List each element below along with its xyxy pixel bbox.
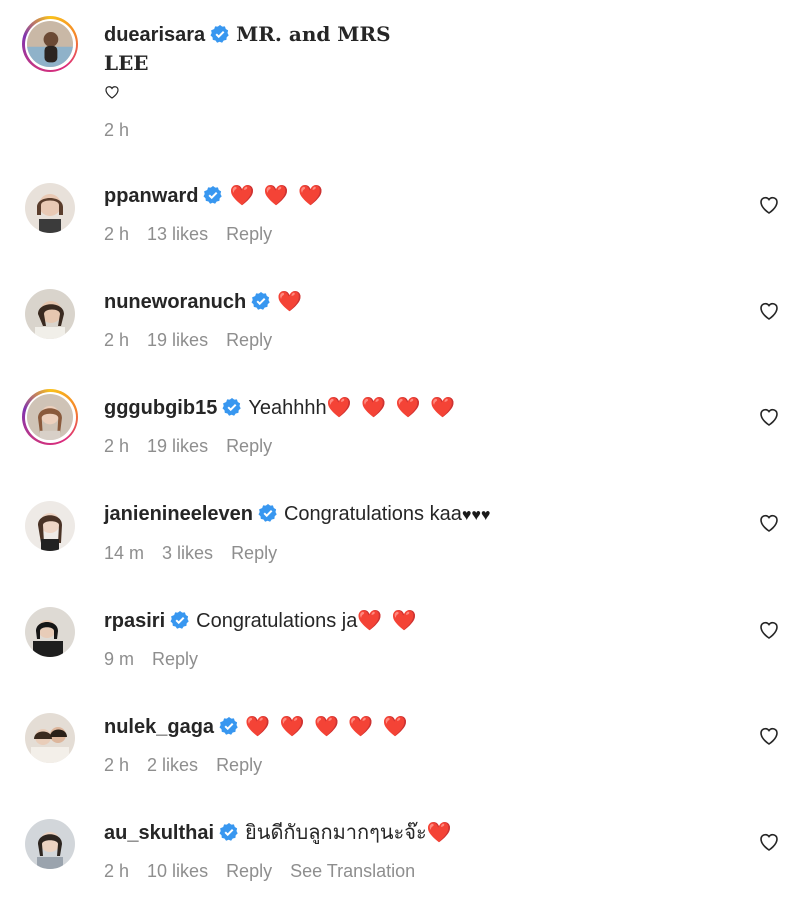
comment-time: 2 h (104, 330, 130, 350)
caption-meta: 2 h (104, 120, 129, 141)
see-translation-button[interactable]: See Translation (290, 861, 415, 882)
like-heart-icon[interactable] (758, 725, 780, 747)
like-heart-icon[interactable] (758, 619, 780, 641)
verified-badge-icon (258, 503, 278, 523)
comment-hearts: ♥♥♥ (461, 507, 491, 524)
avatar-nulek-gaga[interactable] (22, 710, 78, 766)
comment-username[interactable]: janienineeleven (104, 503, 253, 525)
comment-meta: 2 h 19 likes Reply (104, 436, 272, 457)
verified-badge-icon (210, 24, 230, 44)
verified-badge-icon (222, 397, 242, 417)
reply-button[interactable]: Reply (226, 224, 272, 245)
comment-text: Yeahhhh (248, 397, 327, 419)
verified-badge-icon (219, 716, 239, 736)
comment-likes[interactable]: 3 likes (162, 543, 213, 564)
caption-line: duearisara MR. and MRS (104, 21, 730, 48)
avatar-janienineeleven[interactable] (22, 498, 78, 554)
caption-text-line1: MR. and MRS (236, 22, 391, 46)
comment-meta: 14 m 3 likes Reply (104, 543, 277, 564)
avatar-rpasiri[interactable] (22, 604, 78, 660)
comment-line: nuneworanuch ❤️ (104, 289, 730, 315)
comment-time: 9 m (104, 649, 135, 669)
comment-username[interactable]: gggubgib15 (104, 397, 217, 419)
comment-meta: 9 m Reply (104, 649, 198, 670)
comment-likes[interactable]: 19 likes (147, 330, 208, 351)
like-heart-icon[interactable] (758, 300, 780, 322)
avatar-nuneworanuch[interactable] (22, 286, 78, 342)
comment-meta: 2 h 2 likes Reply (104, 755, 262, 776)
comment-text: Congratulations ja (196, 610, 358, 632)
caption-username[interactable]: duearisara (104, 24, 205, 46)
comment-hearts: ❤️ (277, 291, 305, 313)
comment-meta: 2 h 10 likes Reply See Translation (104, 861, 415, 882)
comment-username[interactable]: rpasiri (104, 610, 165, 632)
verified-badge-icon (219, 822, 239, 842)
comment-hearts: ❤️ ❤️ ❤️ ❤️ ❤️ (245, 716, 410, 738)
comment-meta: 2 h 19 likes Reply (104, 330, 272, 351)
comment-hearts: ❤️ ❤️ (357, 610, 419, 632)
comment-likes[interactable]: 13 likes (147, 224, 208, 245)
comment-username[interactable]: nulek_gaga (104, 716, 214, 738)
reply-button[interactable]: Reply (216, 755, 262, 776)
comment-hearts: ❤️ ❤️ ❤️ ❤️ (326, 397, 457, 419)
comment-line: rpasiri Congratulations ja❤️ ❤️ (104, 608, 730, 634)
like-heart-icon[interactable] (758, 406, 780, 428)
like-heart-icon[interactable] (758, 194, 780, 216)
comment-username[interactable]: ppanward (104, 185, 198, 207)
comment-likes[interactable]: 10 likes (147, 861, 208, 882)
comment-likes[interactable]: 2 likes (147, 755, 198, 776)
comment-likes[interactable]: 19 likes (147, 436, 208, 457)
comment-time: 2 h (104, 224, 130, 244)
comment-meta: 2 h 13 likes Reply (104, 224, 272, 245)
comment-time: 14 m (104, 543, 145, 563)
comment-username[interactable]: nuneworanuch (104, 291, 246, 313)
comment-text: ยินดีกับลูกมากๆนะจ๊ะ (245, 822, 427, 844)
comment-text: Congratulations kaa (283, 503, 462, 525)
reply-button[interactable]: Reply (152, 649, 198, 670)
like-heart-icon[interactable] (758, 831, 780, 853)
caption-text-line2: LEE (104, 51, 149, 75)
comment-line: au_skulthai ยินดีกับลูกมากๆนะจ๊ะ❤️ (104, 820, 730, 846)
comment-time: 2 h (104, 755, 130, 775)
avatar-au-skulthai[interactable] (22, 816, 78, 872)
reply-button[interactable]: Reply (231, 543, 277, 564)
caption-heart-icon (104, 84, 120, 100)
comment-line: ppanward ❤️ ❤️ ❤️ (104, 183, 730, 209)
comment-hearts: ❤️ ❤️ ❤️ (229, 185, 326, 207)
avatar-gggubgib15[interactable] (22, 389, 78, 445)
comment-time: 2 h (104, 436, 130, 456)
comment-line: janienineeleven Congratulations kaa♥♥♥ (104, 501, 730, 529)
comment-time: 2 h (104, 861, 130, 881)
verified-badge-icon (251, 291, 271, 311)
comment-line: nulek_gaga ❤️ ❤️ ❤️ ❤️ ❤️ (104, 714, 730, 740)
verified-badge-icon (203, 185, 223, 205)
avatar-duearisara[interactable] (22, 16, 78, 72)
comment-hearts: ❤️ (426, 822, 454, 844)
reply-button[interactable]: Reply (226, 330, 272, 351)
caption-time: 2 h (104, 120, 130, 140)
reply-button[interactable]: Reply (226, 436, 272, 457)
avatar-ppanward[interactable] (22, 180, 78, 236)
comment-line: gggubgib15 Yeahhhh❤️ ❤️ ❤️ ❤️ (104, 395, 730, 421)
comment-username[interactable]: au_skulthai (104, 822, 214, 844)
like-heart-icon[interactable] (758, 512, 780, 534)
verified-badge-icon (170, 610, 190, 630)
reply-button[interactable]: Reply (226, 861, 272, 882)
